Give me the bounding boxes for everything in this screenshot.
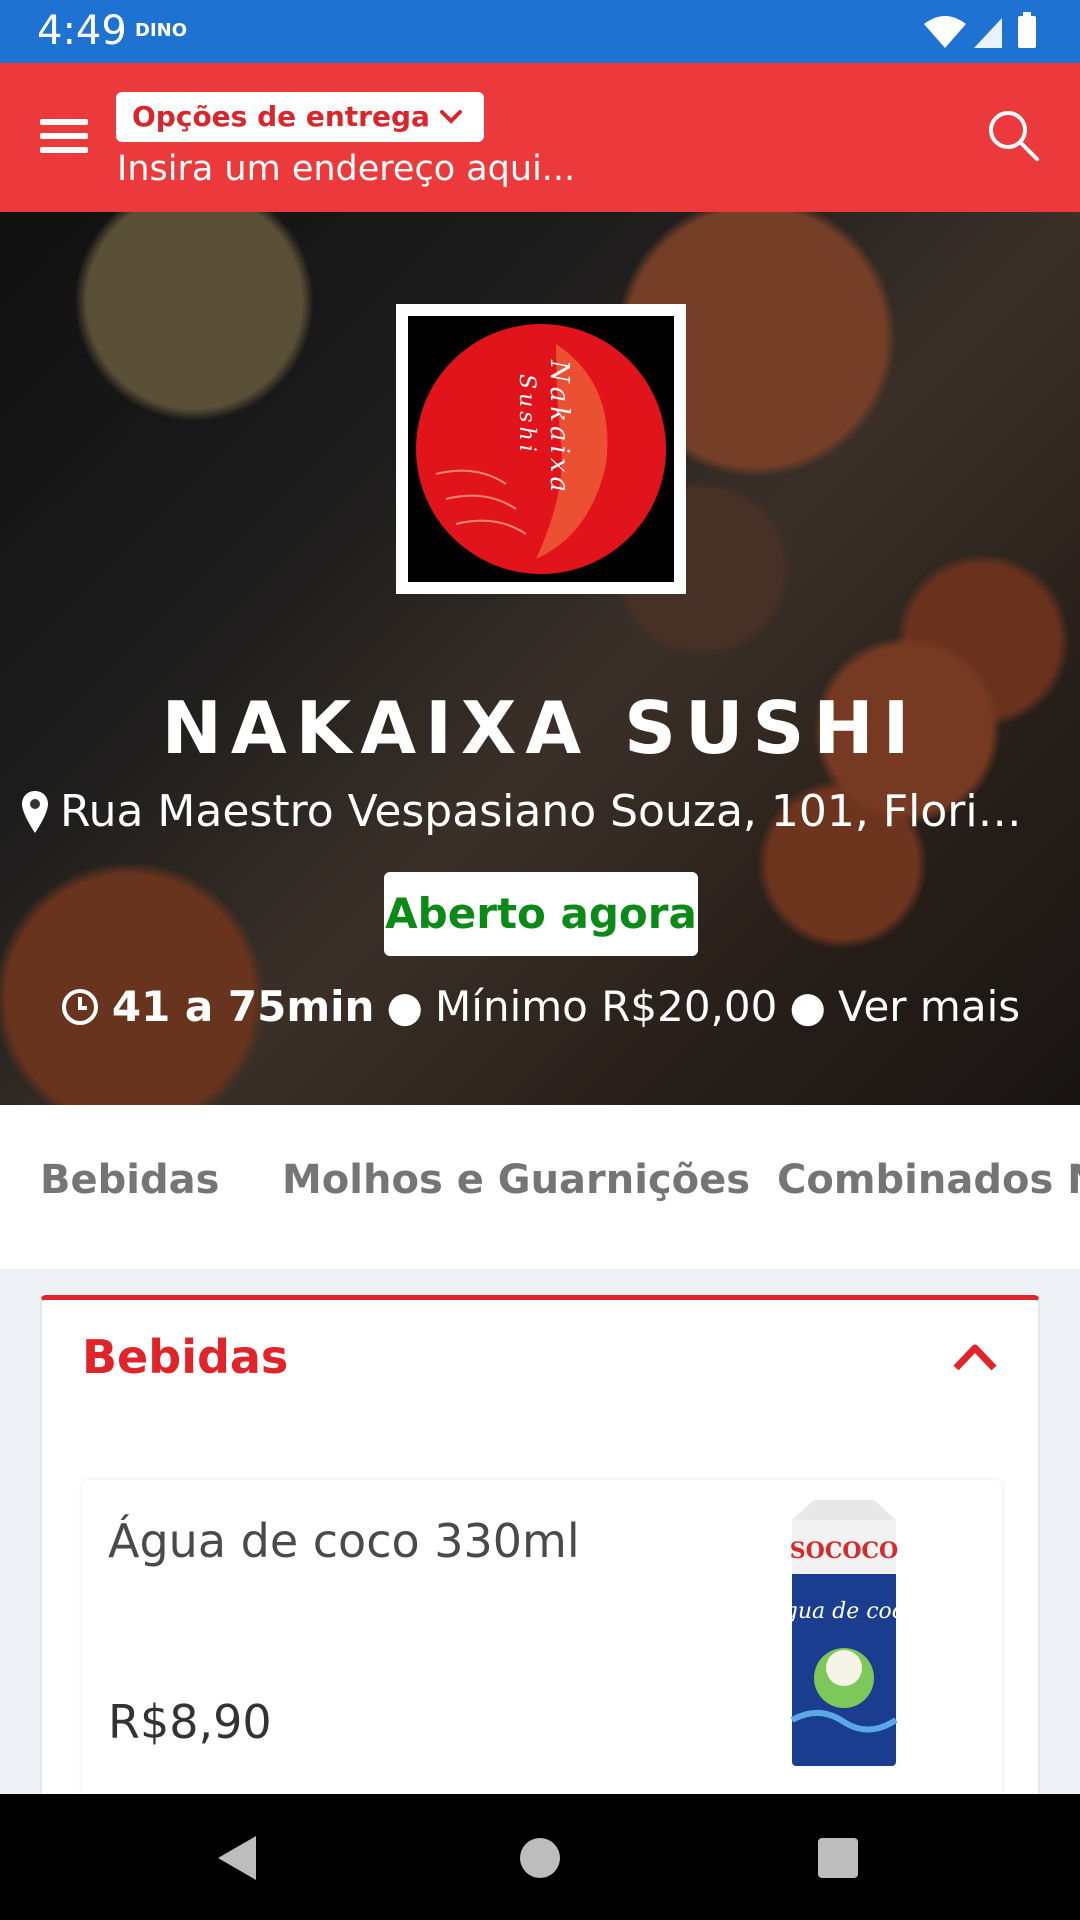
wifi-icon (924, 16, 966, 48)
minimum-order: Mínimo R$20,00 (435, 982, 778, 1031)
recents-square-icon[interactable] (810, 1830, 866, 1886)
product-image-brand: SOCOCO (790, 1538, 898, 1564)
logo-text-brand: Nakaixa (544, 360, 574, 496)
delivery-info-line: 41 a 75min ● Mínimo R$20,00 ● Ver mais (0, 982, 1080, 1031)
clock-icon (61, 988, 98, 1025)
info-separator: ● (386, 982, 424, 1031)
delivery-options-label: Opções de entrega (132, 100, 430, 133)
restaurant-logo: Sushi Nakaixa (396, 304, 686, 594)
delivery-options-dropdown[interactable]: Opções de entrega (116, 92, 484, 142)
system-status-icons (924, 12, 1036, 48)
see-more-link[interactable]: Ver mais (838, 982, 1020, 1031)
product-name: Água de coco 330ml (108, 1514, 580, 1568)
product-image: SOCOCO água de coco (714, 1490, 974, 1780)
signal-icon (974, 18, 1002, 48)
tab-molhos-e-guarnicoes[interactable]: Molhos e Guarnições (282, 1157, 750, 1203)
restaurant-name: NAKAIXA SUSHI (161, 686, 919, 770)
section-title: Bebidas (82, 1330, 289, 1384)
product-price: R$8,90 (108, 1695, 272, 1749)
open-status-badge: Aberto agora (384, 872, 698, 956)
restaurant-address[interactable]: Rua Maestro Vespasiano Souza, 101, Flori… (20, 786, 1065, 837)
back-triangle-icon[interactable] (210, 1830, 266, 1886)
system-navigation-bar (0, 1794, 1080, 1920)
address-input[interactable]: Insira um endereço aqui... (117, 149, 575, 189)
location-pin-icon (22, 790, 48, 833)
menu-icon[interactable] (40, 119, 88, 159)
tab-bebidas[interactable]: Bebidas (40, 1157, 219, 1203)
logo-text-sushi: Sushi (514, 374, 539, 456)
category-tabs: Bebidas Molhos e Guarnições Combinados N… (0, 1105, 1080, 1269)
delivery-time: 41 a 75min (111, 982, 375, 1031)
battery-icon (1018, 16, 1036, 48)
product-card[interactable]: Água de coco 330ml R$8,90 SOCOCO água de… (82, 1480, 1002, 1800)
address-text: Rua Maestro Vespasiano Souza, 101, Flori… (60, 786, 1022, 837)
notification-app-badge: DINO (135, 20, 188, 41)
product-image-text: água de coco (774, 1599, 914, 1624)
chevron-up-icon[interactable] (952, 1340, 998, 1374)
tab-combinados[interactable]: Combinados Na (777, 1157, 1080, 1203)
app-header: Opções de entrega Insira um endereço aqu… (0, 63, 1080, 212)
chevron-down-icon (439, 110, 462, 124)
home-circle-icon[interactable] (512, 1830, 568, 1886)
status-time: 4:49 (37, 8, 127, 54)
restaurant-hero: Sushi Nakaixa NAKAIXA SUSHI Rua Maestro … (0, 212, 1080, 1105)
search-icon[interactable] (986, 108, 1040, 162)
status-bar: 4:49 DINO (0, 0, 1080, 63)
info-separator: ● (789, 982, 826, 1031)
